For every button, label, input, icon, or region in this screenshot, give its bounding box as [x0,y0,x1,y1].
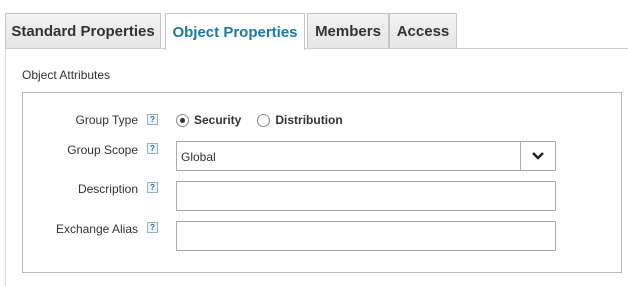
tab-bar: Standard Properties Object Properties Me… [5,13,628,50]
description-label: Description [77,182,138,196]
exchange-alias-input[interactable] [176,221,556,251]
tab-object-properties[interactable]: Object Properties [165,13,305,50]
group-scope-label: Group Scope [67,143,138,157]
group-type-help-icon[interactable]: ? [147,114,158,125]
group-type-label: Group Type [75,113,138,127]
tab-members[interactable]: Members [307,13,389,49]
exchange-alias-help-icon[interactable]: ? [147,222,158,233]
security-radio[interactable] [176,113,189,127]
distribution-radio-label[interactable]: Distribution [275,113,342,127]
description-input[interactable] [176,181,556,211]
section-title: Object Attributes [22,68,111,82]
distribution-radio[interactable] [257,113,271,127]
object-properties-panel: Object Attributes Group Type ? Security … [5,49,628,286]
group-scope-dropdown-button[interactable] [520,142,555,170]
security-radio-label[interactable]: Security [194,113,241,127]
exchange-alias-label: Exchange Alias [55,222,138,236]
group-scope-help-icon[interactable]: ? [147,143,158,154]
group-scope-select[interactable]: Global [176,141,556,171]
group-type-radio-group: Security Distribution [176,113,359,127]
tab-access[interactable]: Access [389,13,457,49]
chevron-down-icon [532,152,544,160]
description-help-icon[interactable]: ? [147,182,158,193]
tab-standard-properties[interactable]: Standard Properties [5,13,161,49]
group-scope-value: Global [181,150,216,164]
object-attributes-fieldset: Group Type ? Security Distribution Group… [22,92,622,273]
